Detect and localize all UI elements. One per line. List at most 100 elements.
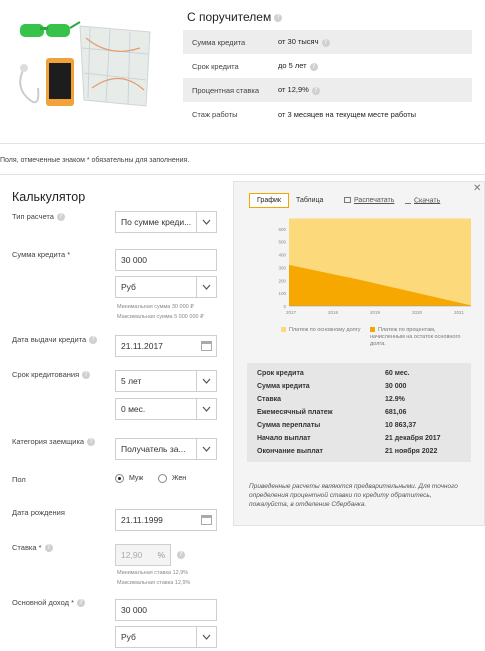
term-years-select[interactable]: 5 лет: [115, 370, 217, 392]
summary-row: Ежемесячный платеж 681,06: [257, 409, 407, 416]
issue-date-label: Дата выдачи кредита: [12, 335, 98, 345]
chevron-down-icon: [196, 627, 216, 647]
chevron-down-icon: [196, 277, 216, 297]
chevron-down-icon: [196, 371, 216, 391]
y-tick-label: 100: [278, 291, 286, 296]
param-row-term: Срок кредита до 5 лет: [183, 54, 472, 78]
chevron-down-icon: [196, 439, 216, 459]
param-value: от 12,9%: [278, 85, 472, 95]
x-tick-label: 2020: [412, 310, 423, 315]
radio-unselected[interactable]: [158, 474, 167, 483]
param-row-experience: Стаж работы от 3 месяцев на текущем мест…: [183, 102, 472, 126]
param-row-rate: Процентная ставка от 12,9%: [183, 78, 472, 102]
rate-input[interactable]: 12,90 %: [115, 544, 171, 566]
term-months-select[interactable]: 0 мес.: [115, 398, 217, 420]
x-tick-label: 2018: [328, 310, 339, 315]
y-tick-label: 400: [278, 253, 286, 258]
calculator-title: Калькулятор: [12, 190, 86, 204]
tab-table[interactable]: Таблица: [296, 197, 323, 204]
percent-sign: %: [157, 550, 165, 560]
gender-female-label: Жен: [171, 475, 187, 483]
summary-row: Окончание выплат 21 ноября 2022: [257, 448, 438, 455]
legend-swatch-interest: [370, 327, 375, 333]
printer-icon: [344, 197, 351, 204]
param-label: Сумма кредита: [192, 37, 246, 47]
gender-label: Пол: [12, 475, 26, 484]
help-icon[interactable]: [76, 599, 85, 608]
y-tick-label: 200: [278, 278, 286, 283]
help-icon[interactable]: [89, 336, 98, 345]
gender-female-option[interactable]: Жен: [158, 474, 186, 483]
calc-type-label: Тип расчета: [12, 212, 65, 222]
rate-hint-max: Максимальная ставка 12,9%: [117, 580, 191, 586]
summary-row: Начало выплат 21 декабря 2017: [257, 435, 441, 442]
legend-swatch-principal: [281, 327, 286, 333]
amount-hint-max: Максимальная сумма 5 000 000 ₽: [117, 314, 204, 320]
close-icon[interactable]: ✕: [473, 183, 481, 194]
param-label: Стаж работы: [192, 109, 238, 119]
y-tick-label: 0: [283, 304, 286, 309]
income-input[interactable]: 30 000: [115, 599, 217, 621]
param-label: Процентная ставка: [192, 85, 260, 95]
product-title: С поручителем: [187, 10, 283, 24]
tab-chart[interactable]: График: [249, 193, 289, 208]
disclaimer-text: Приведенные расчеты являются предварител…: [249, 483, 458, 508]
chevron-down-icon: [196, 399, 216, 419]
summary-box: Срок кредита 60 мес. Сумма кредита 30 000 …: [247, 363, 471, 462]
issue-date-input[interactable]: 21.11.2017: [115, 335, 217, 357]
help-icon[interactable]: [309, 62, 318, 71]
y-tick-label: 300: [278, 265, 286, 270]
param-value: от 30 тысяч: [278, 37, 472, 47]
param-row-amount: Сумма кредита от 30 тысяч: [183, 30, 472, 54]
summary-row: Срок кредита 60 мес.: [257, 370, 410, 377]
help-icon[interactable]: [274, 13, 283, 22]
chevron-down-icon: [196, 212, 216, 232]
x-tick-label: 2021: [454, 310, 465, 315]
y-tick-label: 500: [278, 240, 286, 245]
param-value: до 5 лет: [278, 61, 472, 71]
amount-label: Сумма кредита *: [12, 250, 71, 259]
required-note: Поля, отмеченные знаком * обязательны дл…: [0, 157, 190, 164]
help-icon[interactable]: [177, 551, 185, 559]
income-currency-select[interactable]: Руб: [115, 626, 217, 648]
help-icon[interactable]: [321, 38, 330, 47]
currency-select[interactable]: Руб: [115, 276, 217, 298]
term-label: Срок кредитования: [12, 370, 91, 380]
y-tick-label: 600: [278, 227, 286, 232]
gender-male-option[interactable]: Муж: [115, 474, 143, 483]
summary-row: Сумма кредита 30 000: [257, 383, 407, 390]
summary-row: Ставка 12.9%: [257, 396, 405, 403]
x-tick-label: 2017: [286, 310, 297, 315]
birth-date-input[interactable]: 21.11.1999: [115, 509, 217, 531]
download-icon: [405, 197, 411, 204]
gender-male-label: Муж: [128, 475, 144, 483]
amount-hint-min: Минимальная сумма 30 000 ₽: [117, 304, 194, 310]
help-icon[interactable]: [56, 213, 65, 222]
radio-selected[interactable]: [115, 474, 124, 483]
income-label: Основной доход *: [12, 598, 85, 608]
product-image: [10, 18, 160, 118]
summary-row: Сумма переплаты 10 863,37: [257, 422, 417, 429]
help-icon[interactable]: [87, 438, 96, 447]
birth-date-label: Дата рождения: [12, 508, 65, 517]
legend-principal: Платеж по основному долгу: [281, 327, 360, 334]
legend-interest: Платеж по процентам, начисленным на оста…: [370, 327, 461, 347]
payment-chart: 0 100 200 300 400 500 600 2017 2018 2019 2020 2021: [278, 218, 471, 315]
help-icon[interactable]: [44, 544, 53, 553]
rate-label: Ставка *: [12, 543, 53, 553]
download-link[interactable]: Скачать: [405, 197, 440, 204]
print-link[interactable]: Распечатать: [344, 197, 394, 204]
help-icon[interactable]: [82, 371, 91, 380]
x-tick-label: 2019: [370, 310, 381, 315]
divider: [0, 174, 485, 175]
param-value: от 3 месяцев на текущем месте работы: [278, 109, 417, 119]
calc-type-select[interactable]: По сумме креди...: [115, 211, 217, 233]
calendar-icon[interactable]: [201, 341, 212, 351]
borrower-select[interactable]: Получатель за...: [115, 438, 217, 460]
borrower-label: Категория заемщика: [12, 437, 96, 447]
amount-input[interactable]: 30 000: [115, 249, 217, 271]
param-label: Срок кредита: [192, 61, 239, 71]
calendar-icon[interactable]: [201, 515, 212, 525]
rate-hint-min: Минимальная ставка 12,9%: [117, 570, 189, 576]
help-icon[interactable]: [311, 86, 320, 95]
